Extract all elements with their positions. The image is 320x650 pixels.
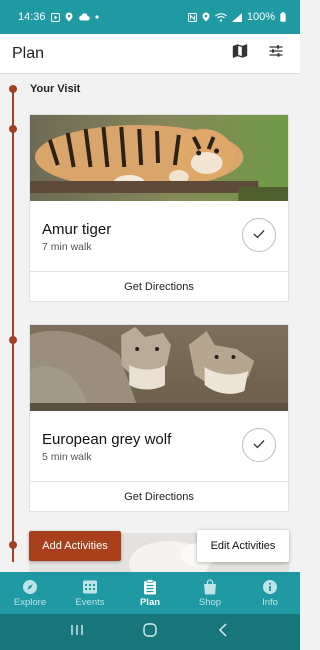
nav-label: Plan bbox=[139, 597, 161, 608]
location-icon bbox=[202, 12, 210, 22]
visited-toggle[interactable] bbox=[242, 428, 276, 462]
recents-button[interactable] bbox=[62, 617, 92, 647]
nfc-icon bbox=[187, 12, 197, 22]
animal-name: European grey wolf bbox=[42, 431, 172, 448]
info-icon bbox=[262, 578, 278, 596]
get-directions-button[interactable]: Get Directions bbox=[30, 481, 288, 511]
dot-icon bbox=[94, 15, 99, 19]
timeline-dot bbox=[9, 336, 17, 344]
nav-plan[interactable]: Plan bbox=[120, 572, 180, 614]
visit-card-wolf[interactable]: European grey wolf 5 min walk Get Direct… bbox=[29, 324, 289, 512]
nav-label: Events bbox=[75, 597, 105, 608]
section-title: Your Visit bbox=[30, 83, 81, 95]
back-button[interactable] bbox=[208, 617, 238, 647]
tiger-photo bbox=[30, 115, 288, 201]
check-icon bbox=[253, 436, 265, 454]
home-icon bbox=[143, 622, 157, 642]
visit-card-tiger[interactable]: Amur tiger 7 min walk Get Directions bbox=[29, 114, 289, 302]
wolf-photo bbox=[30, 325, 288, 411]
status-bar: 14:36 100% bbox=[0, 0, 300, 34]
animal-name: Amur tiger bbox=[42, 221, 112, 238]
nav-info[interactable]: Info bbox=[240, 572, 300, 614]
status-time: 14:36 bbox=[18, 11, 46, 23]
nav-label: Explore bbox=[13, 597, 47, 608]
walk-time: 7 min walk bbox=[42, 241, 92, 253]
nav-label: Info bbox=[262, 597, 278, 608]
add-activities-button[interactable]: Add Activities bbox=[29, 531, 121, 561]
page-title: Plan bbox=[12, 44, 45, 62]
nav-label: Shop bbox=[198, 597, 222, 608]
shopping-bag-icon bbox=[203, 578, 217, 596]
battery-icon bbox=[280, 12, 286, 22]
card-body: European grey wolf 5 min walk bbox=[30, 411, 288, 481]
check-icon bbox=[253, 226, 265, 244]
system-nav-bar bbox=[0, 614, 300, 650]
media-icon bbox=[50, 12, 60, 22]
timeline-line bbox=[12, 87, 14, 562]
battery-percent: 100% bbox=[246, 11, 275, 23]
map-button[interactable] bbox=[226, 40, 254, 68]
nav-shop[interactable]: Shop bbox=[180, 572, 240, 614]
card-body: Amur tiger 7 min walk bbox=[30, 201, 288, 271]
recents-icon bbox=[70, 623, 84, 641]
home-button[interactable] bbox=[135, 617, 165, 647]
timeline-dot bbox=[9, 85, 17, 93]
status-left: 14:36 bbox=[18, 11, 99, 23]
map-icon bbox=[232, 43, 248, 64]
calendar-icon bbox=[82, 578, 98, 596]
timeline-dot bbox=[9, 125, 17, 133]
plan-content[interactable]: Your Visit Amur tiger 7 min walk Get Dir… bbox=[0, 75, 300, 572]
signal-icon bbox=[231, 12, 242, 22]
app-bar: Plan bbox=[0, 34, 300, 74]
bottom-nav: Explore Events Plan Shop Info bbox=[0, 572, 300, 614]
nav-explore[interactable]: Explore bbox=[0, 572, 60, 614]
clipboard-icon bbox=[143, 578, 157, 596]
visited-toggle[interactable] bbox=[242, 218, 276, 252]
cloud-icon bbox=[78, 13, 90, 21]
wifi-icon bbox=[214, 12, 227, 22]
edit-activities-button[interactable]: Edit Activities bbox=[197, 530, 289, 562]
get-directions-button[interactable]: Get Directions bbox=[30, 271, 288, 301]
walk-time: 5 min walk bbox=[42, 451, 92, 463]
status-right: 100% bbox=[187, 11, 286, 23]
location-icon bbox=[65, 12, 73, 22]
compass-icon bbox=[22, 578, 38, 596]
nav-events[interactable]: Events bbox=[60, 572, 120, 614]
filter-button[interactable] bbox=[262, 40, 290, 68]
back-icon bbox=[218, 622, 228, 642]
timeline-dot bbox=[9, 541, 17, 549]
filter-sliders-icon bbox=[268, 43, 284, 64]
